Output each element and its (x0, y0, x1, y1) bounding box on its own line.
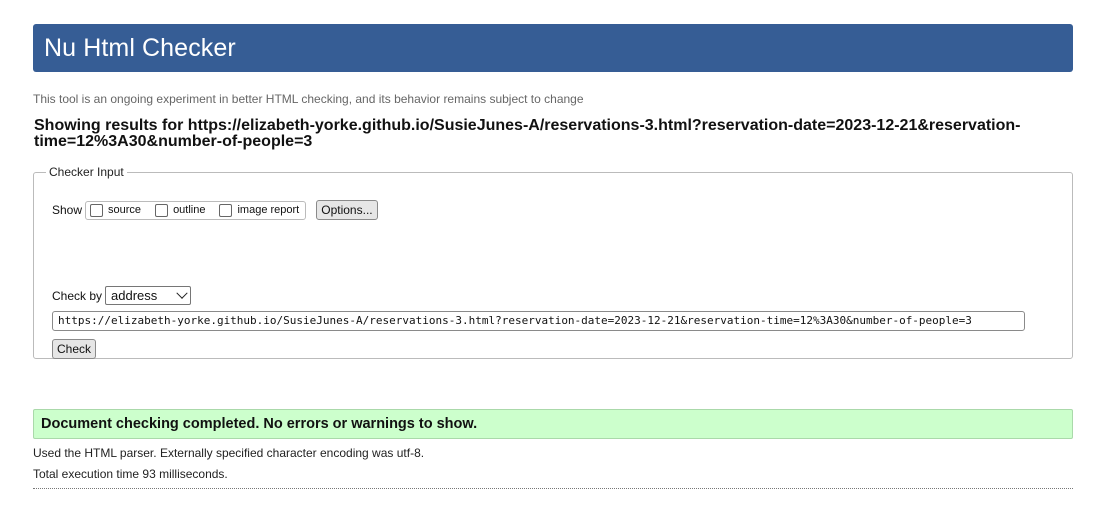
checkbox-unchecked-icon[interactable] (90, 203, 104, 217)
execution-time-text: Total execution time 93 milliseconds. (33, 467, 228, 481)
check-by-label: Check by (52, 288, 103, 303)
show-source-label[interactable]: source (108, 204, 141, 216)
intro-text: This tool is an ongoing experiment in be… (33, 92, 584, 106)
chevron-down-icon (176, 287, 188, 299)
checkbox-unchecked-icon[interactable] (155, 203, 169, 217)
show-image-report-option[interactable]: image report (219, 203, 299, 217)
success-message: Document checking completed. No errors o… (33, 409, 1073, 439)
check-by-value: address (111, 288, 158, 303)
show-label: Show (52, 203, 83, 217)
app-title: Nu Html Checker (44, 34, 236, 62)
results-heading: Showing results for https://elizabeth-yo… (34, 117, 1021, 150)
show-options-group: source outline image report (85, 200, 307, 220)
divider (33, 488, 1073, 489)
show-image-report-label[interactable]: image report (237, 204, 299, 216)
show-outline-option[interactable]: outline (155, 203, 205, 217)
checker-input-legend: Checker Input (49, 165, 124, 179)
parser-info-text: Used the HTML parser. Externally specifi… (33, 446, 425, 460)
options-button[interactable]: Options... (316, 200, 378, 220)
show-outline-label[interactable]: outline (173, 204, 205, 216)
checkbox-unchecked-icon[interactable] (219, 203, 233, 217)
url-input[interactable]: https://elizabeth-yorke.github.io/SusieJ… (52, 311, 1025, 331)
page-header: Nu Html Checker (33, 24, 1073, 72)
show-options-row: Show source outline image report Options… (52, 199, 378, 221)
check-by-row: Check by address (52, 286, 192, 305)
check-by-select[interactable]: address (105, 286, 192, 305)
show-source-option[interactable]: source (90, 203, 141, 217)
check-button[interactable]: Check (52, 339, 97, 359)
checker-input-panel: Checker Input Show source outline image … (33, 165, 1073, 359)
